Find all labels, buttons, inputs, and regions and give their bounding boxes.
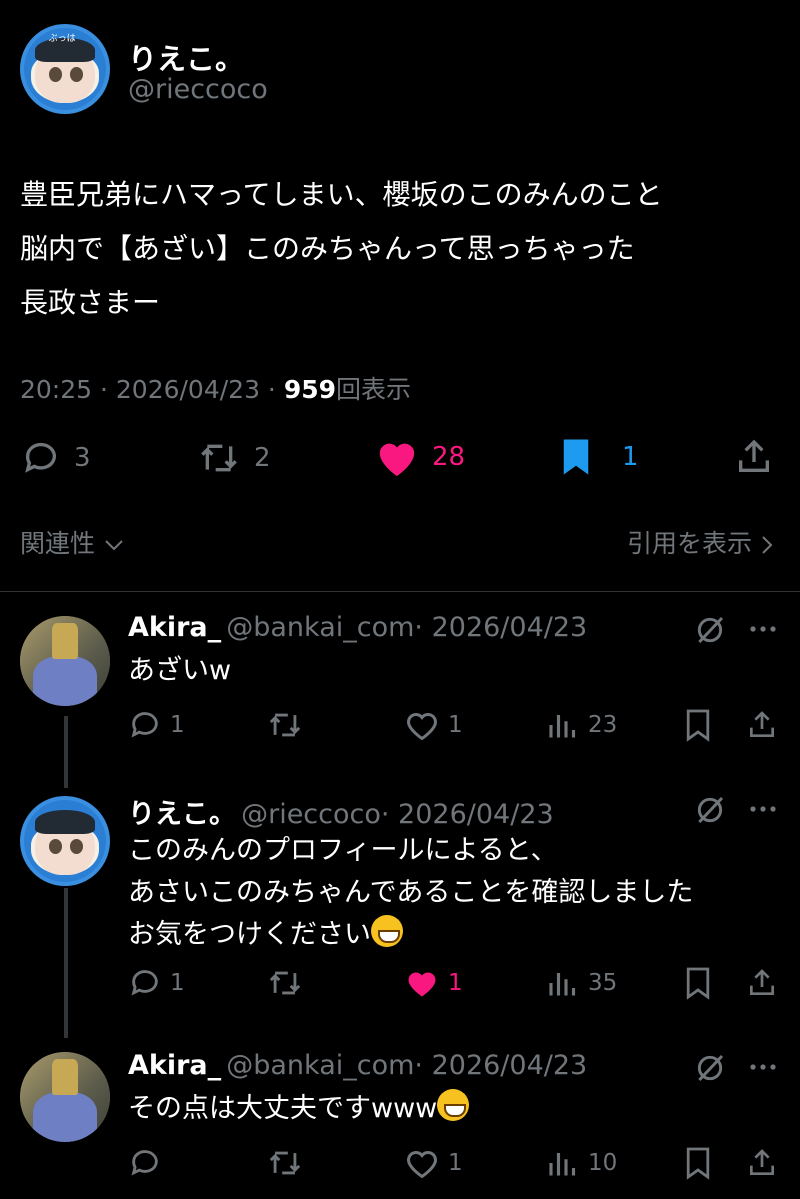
reply-author-name[interactable]: りえこ。 xyxy=(128,799,236,830)
more-icon[interactable] xyxy=(748,1060,778,1074)
author-name[interactable]: りえこ。 xyxy=(128,36,244,78)
reply-icon[interactable] xyxy=(128,708,162,742)
grok-icon[interactable] xyxy=(694,1052,726,1084)
retweet-count: 2 xyxy=(254,443,271,473)
views-icon[interactable] xyxy=(546,1148,576,1178)
reply-count: 1 xyxy=(170,712,185,738)
reply-text-line: その点は大丈夫ですwww xyxy=(128,1088,470,1130)
reply-count: 3 xyxy=(74,443,91,473)
reply-avatar[interactable] xyxy=(20,796,110,886)
view-quotes-link[interactable]: 引用を表示 xyxy=(627,524,774,560)
more-icon[interactable] xyxy=(748,802,778,816)
grinning-emoji-icon xyxy=(371,915,403,947)
quotes-label: 引用を表示 xyxy=(627,529,753,558)
bookmark-icon[interactable] xyxy=(684,966,712,1000)
reply-date: · 2026/04/23 xyxy=(380,799,554,830)
reply-icon[interactable] xyxy=(128,1146,162,1180)
share-icon xyxy=(739,439,769,472)
reply-author-handle[interactable]: @bankai_com xyxy=(226,612,414,643)
reply-header: Akira_ @bankai_com· 2026/04/23 xyxy=(128,1050,587,1081)
bookmark-icon[interactable] xyxy=(684,708,712,742)
retweet-icon xyxy=(201,444,237,472)
tweet-text-line: 長政さまー xyxy=(20,286,161,319)
views-icon[interactable] xyxy=(546,968,576,998)
reply-icon[interactable] xyxy=(128,966,162,1000)
more-icon[interactable] xyxy=(748,622,778,636)
like-count: 1 xyxy=(448,970,463,996)
like-count: 28 xyxy=(432,442,466,472)
reply-icon xyxy=(25,442,56,473)
sort-relevance-button[interactable]: 関連性 xyxy=(20,524,125,560)
heart-filled-icon[interactable] xyxy=(404,966,440,1000)
author-avatar[interactable]: ぶっは xyxy=(20,24,110,114)
bookmark-count: 1 xyxy=(622,442,639,472)
author-handle[interactable]: @rieccoco xyxy=(128,74,268,105)
retweet-icon[interactable] xyxy=(266,708,304,742)
retweet-icon[interactable] xyxy=(266,966,304,1000)
heart-icon[interactable] xyxy=(404,708,440,742)
view-count: 23 xyxy=(588,712,618,738)
reply-text-segment: その点は大丈夫ですwww xyxy=(128,1093,438,1124)
reply-text: あざいw xyxy=(128,650,231,692)
reply-count: 1 xyxy=(170,970,185,996)
thread-line xyxy=(64,888,68,1038)
reply-text-line: あざいw xyxy=(128,655,232,686)
reply-text-line: このみんのプロフィールによると、 xyxy=(128,835,558,866)
retweet-icon[interactable] xyxy=(266,1146,304,1180)
views-label: 回表示 xyxy=(336,375,412,404)
share-icon[interactable] xyxy=(746,966,778,1000)
reply-author-name[interactable]: Akira_ xyxy=(128,612,221,643)
reply-header: Akira_ @bankai_com· 2026/04/23 xyxy=(128,612,587,643)
reply-text: その点は大丈夫ですwww xyxy=(128,1088,470,1130)
tweet-timestamp[interactable]: 20:25 · 2026/04/23 · xyxy=(20,375,284,404)
reply-action[interactable]: 3 xyxy=(20,438,91,478)
tweet-text: 豊臣兄弟にハマってしまい、櫻坂のこのみんのこと 脳内で【あざい】このみちゃんって… xyxy=(20,168,790,330)
heart-filled-icon xyxy=(379,443,415,477)
grok-icon[interactable] xyxy=(694,794,726,826)
reply-author-handle[interactable]: @bankai_com xyxy=(226,1050,414,1081)
share-icon[interactable] xyxy=(746,708,778,742)
chevron-right-icon xyxy=(762,536,773,554)
reply-text: このみんのプロフィールによると、 あさいこのみちゃんであることを確認しました お… xyxy=(128,830,693,956)
tweet-text-line: 脳内で【あざい】このみちゃんって思っちゃった xyxy=(20,232,635,265)
avatar-label: ぶっは xyxy=(48,34,76,45)
thread-line xyxy=(64,716,68,788)
reply-author-name[interactable]: Akira_ xyxy=(128,1050,221,1081)
sweat-smile-emoji-icon xyxy=(437,1089,470,1121)
reply-text-line: お気をつけください xyxy=(128,914,693,956)
heart-icon[interactable] xyxy=(404,1146,440,1180)
sort-label: 関連性 xyxy=(20,529,96,558)
reply-avatar[interactable] xyxy=(20,1052,110,1142)
chevron-down-icon xyxy=(105,540,123,551)
like-action[interactable]: 28 xyxy=(374,436,465,478)
view-count: 959 xyxy=(283,375,337,404)
reply-avatar[interactable] xyxy=(20,616,110,706)
reply-author-handle[interactable]: @rieccoco xyxy=(241,799,381,830)
retweet-action[interactable]: 2 xyxy=(196,438,271,478)
like-count: 1 xyxy=(448,712,463,738)
reply-text-segment: お気をつけください xyxy=(128,919,371,950)
share-icon[interactable] xyxy=(746,1146,778,1180)
section-divider xyxy=(0,591,800,592)
views-icon[interactable] xyxy=(546,710,576,740)
tweet-text-line: 豊臣兄弟にハマってしまい、櫻坂のこのみんのこと xyxy=(20,178,663,211)
reply-text-line: あさいこのみちゃんであることを確認しました xyxy=(128,877,694,908)
view-count: 35 xyxy=(588,970,618,996)
share-action[interactable] xyxy=(734,436,774,478)
reply-date: · 2026/04/23 xyxy=(414,1050,588,1081)
tweet-meta: 20:25 · 2026/04/23 · 959回表示 xyxy=(20,370,411,406)
bookmark-icon[interactable] xyxy=(684,1146,712,1180)
view-count: 10 xyxy=(588,1150,618,1176)
bookmark-action[interactable]: 1 xyxy=(556,436,639,478)
bookmark-filled-icon xyxy=(563,439,589,475)
reply-header: りえこ。 @rieccoco· 2026/04/23 xyxy=(128,792,554,831)
grok-icon[interactable] xyxy=(694,614,726,646)
like-count: 1 xyxy=(448,1150,463,1176)
reply-date: · 2026/04/23 xyxy=(414,612,588,643)
